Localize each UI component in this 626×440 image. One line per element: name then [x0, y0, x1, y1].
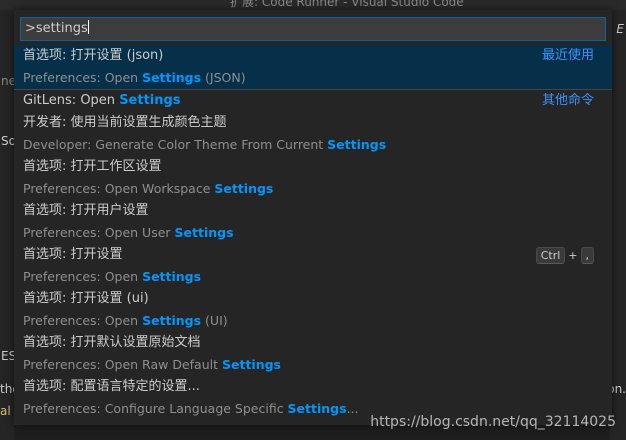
- command-item-generate-color-theme[interactable]: 开发者: 使用当前设置生成颜色主题 Developer: Generate Co…: [14, 112, 612, 156]
- command-label: 首选项: 打开设置: [23, 247, 123, 262]
- match-highlight: Settings: [142, 70, 202, 85]
- command-detail: Preferences: Open Raw Default Settings: [23, 357, 281, 372]
- match-highlight: Settings: [119, 93, 181, 108]
- watermark: https://blog.csdn.net/qq_32114025: [370, 414, 616, 430]
- command-input-wrapper: >settings: [14, 10, 612, 45]
- command-label: 首选项: 打开工作区设置: [23, 159, 162, 174]
- command-label: 首选项: 打开设置 (json): [23, 48, 164, 63]
- match-highlight: Settings: [327, 137, 387, 152]
- key-comma: ,: [580, 247, 594, 264]
- command-label: 开发者: 使用当前设置生成颜色主题: [23, 115, 227, 130]
- match-highlight: Settings: [142, 313, 202, 328]
- command-item-open-raw-default-settings[interactable]: 首选项: 打开默认设置原始文档 Preferences: Open Raw De…: [14, 332, 612, 376]
- command-detail: Preferences: Open Workspace Settings: [23, 181, 274, 196]
- command-item-open-settings-ui[interactable]: 首选项: 打开设置 (ui) Preferences: Open Setting…: [14, 288, 612, 332]
- command-palette: >settings 首选项: 打开设置 (json) Preferences: …: [14, 10, 612, 425]
- command-detail: Preferences: Open User Settings: [23, 225, 234, 240]
- command-item-open-settings-json[interactable]: 首选项: 打开设置 (json) Preferences: Open Setti…: [14, 45, 612, 89]
- command-label: 首选项: 配置语言特定的设置...: [23, 379, 200, 394]
- command-detail: Developer: Generate Color Theme From Cur…: [23, 137, 387, 152]
- match-highlight: Settings: [142, 269, 202, 284]
- window-title-bar: 扩展: Code Runner - Visual Studio Code: [0, 0, 626, 10]
- background-editor-right: [610, 10, 626, 440]
- command-item-open-settings[interactable]: 首选项: 打开设置 Preferences: Open Settings Ctr…: [14, 244, 612, 288]
- command-item-open-user-settings[interactable]: 首选项: 打开用户设置 Preferences: Open User Setti…: [14, 200, 612, 244]
- command-item-gitlens-open-settings[interactable]: GitLens: Open Settings 其他命令: [14, 89, 612, 112]
- text-caret: [87, 20, 89, 34]
- match-highlight: Settings: [214, 181, 274, 196]
- command-item-open-workspace-settings[interactable]: 首选项: 打开工作区设置 Preferences: Open Workspace…: [14, 156, 612, 200]
- command-label: 首选项: 打开默认设置原始文档: [23, 335, 201, 350]
- match-highlight: Settings: [287, 401, 347, 416]
- command-detail: Preferences: Open Settings (UI): [23, 313, 228, 328]
- command-list: 首选项: 打开设置 (json) Preferences: Open Setti…: [14, 45, 612, 420]
- key-ctrl: Ctrl: [535, 247, 566, 264]
- group-label-recently-used: 最近使用: [541, 48, 594, 63]
- command-input-value: >settings: [25, 21, 88, 36]
- keybinding: Ctrl + ,: [535, 247, 594, 264]
- command-label: 首选项: 打开用户设置: [23, 203, 149, 218]
- command-detail: Preferences: Open Settings (JSON): [23, 70, 246, 85]
- window-title: 扩展: Code Runner - Visual Studio Code: [230, 0, 464, 9]
- command-input[interactable]: >settings: [20, 17, 606, 41]
- match-highlight: Settings: [174, 225, 234, 240]
- background-text-fragment: al: [0, 404, 11, 418]
- command-detail: Preferences: Open Settings: [23, 269, 202, 284]
- command-label: GitLens: Open Settings: [23, 93, 181, 108]
- background-text-fragment: E: [616, 22, 624, 36]
- group-label-other-commands: 其他命令: [541, 93, 594, 108]
- key-plus: +: [568, 249, 578, 262]
- command-label: 首选项: 打开设置 (ui): [23, 291, 149, 306]
- match-highlight: Settings: [221, 357, 281, 372]
